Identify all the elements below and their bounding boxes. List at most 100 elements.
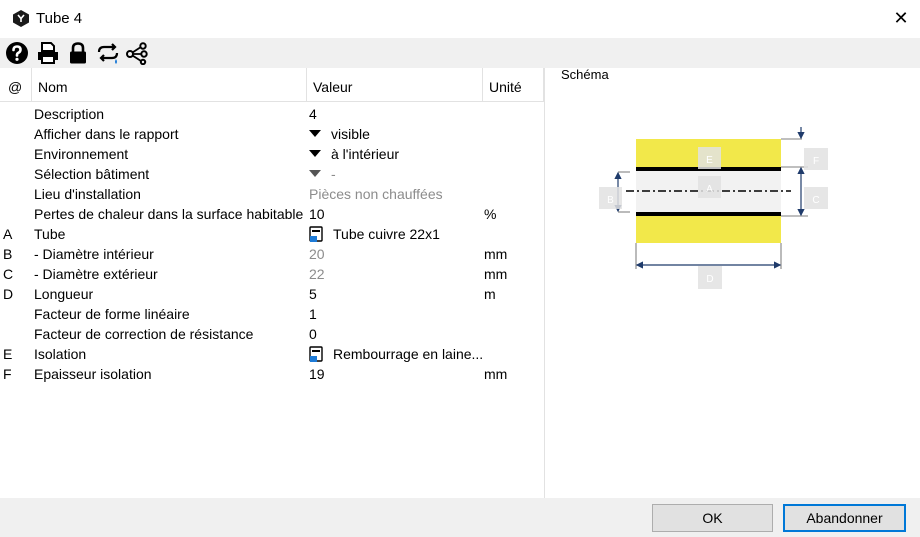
row-name: Lieu d'installation: [34, 186, 141, 202]
header-value[interactable]: Valeur: [307, 68, 483, 102]
row-name: Afficher dans le rapport: [34, 126, 179, 142]
row-value[interactable]: 4: [309, 104, 483, 124]
row-letter: [3, 204, 31, 224]
row-name: Description: [34, 106, 105, 122]
row-letter: [3, 124, 31, 144]
row-name: Epaisseur isolation: [34, 366, 152, 382]
row-letter: [3, 184, 31, 204]
row-name: Facteur de correction de résistance: [34, 326, 254, 342]
row-unit: [484, 104, 544, 124]
row-show-in-report[interactable]: Afficher dans le rapport visible: [0, 124, 545, 144]
schema-label: Schéma: [561, 67, 609, 82]
row-insulation-thickness[interactable]: F Epaisseur isolation 19 mm: [0, 364, 545, 384]
catalog-icon[interactable]: [309, 346, 323, 362]
row-unit: [484, 324, 544, 344]
row-unit: mm: [484, 366, 508, 382]
row-insulation[interactable]: E Isolation Rembourrage en laine...: [0, 344, 545, 364]
row-letter: [3, 104, 31, 124]
row-letter: E: [3, 346, 13, 362]
row-unit: mm: [484, 246, 508, 262]
cancel-button[interactable]: Abandonner: [783, 504, 906, 532]
ok-button[interactable]: OK: [652, 504, 773, 532]
row-unit: [484, 184, 544, 204]
row-inner-diameter[interactable]: B - Diamètre intérieur 20 mm: [0, 244, 545, 264]
swap-icon[interactable]: [96, 41, 120, 65]
row-linear-form-factor[interactable]: Facteur de forme linéaire 1: [0, 304, 545, 324]
close-button[interactable]: ✕: [889, 6, 913, 30]
dropdown-value: -: [331, 166, 336, 182]
row-value: Pièces non chauffées: [309, 186, 443, 202]
property-grid: @ Nom Valeur Unité Description 4 Affiche…: [0, 68, 545, 498]
row-outer-diameter[interactable]: C - Diamètre extérieur 22 mm: [0, 264, 545, 284]
print-icon[interactable]: [36, 41, 60, 65]
row-value[interactable]: 5: [309, 284, 483, 304]
dropdown-arrow-icon[interactable]: [309, 150, 321, 157]
app-cube-icon: [13, 10, 29, 27]
row-resistance-correction[interactable]: Facteur de correction de résistance 0: [0, 324, 545, 344]
row-building-selection[interactable]: Sélection bâtiment -: [0, 164, 545, 184]
row-unit: [484, 304, 544, 324]
row-letter: [3, 324, 31, 344]
row-unit: [484, 224, 544, 244]
row-environment[interactable]: Environnement à l'intérieur: [0, 144, 545, 164]
dropdown-arrow-icon[interactable]: [309, 130, 321, 137]
row-value-dropdown[interactable]: -: [309, 164, 483, 184]
header-at[interactable]: @: [0, 68, 32, 102]
row-letter: B: [3, 246, 13, 262]
row-value[interactable]: 10: [309, 204, 483, 224]
row-letter: [3, 164, 31, 184]
row-unit: %: [484, 206, 497, 222]
marker-f: F: [813, 156, 819, 167]
row-heat-loss[interactable]: Pertes de chaleur dans la surface habita…: [0, 204, 545, 224]
schema-panel: E A F C B D: [560, 91, 920, 498]
row-installation-place[interactable]: Lieu d'installation Pièces non chauffées: [0, 184, 545, 204]
row-unit: [484, 144, 544, 164]
row-value-catalog[interactable]: Tube cuivre 22x1: [304, 224, 478, 244]
catalog-value: Rembourrage en laine...: [333, 346, 483, 362]
row-name: Isolation: [34, 346, 87, 362]
row-unit: [484, 124, 544, 144]
row-name: Longueur: [34, 286, 94, 302]
row-length[interactable]: D Longueur 5 m: [0, 284, 545, 304]
marker-a: A: [706, 184, 713, 195]
row-value: 20: [309, 246, 325, 262]
row-letter: C: [3, 266, 14, 282]
row-value-dropdown[interactable]: visible: [309, 124, 483, 144]
dialog-footer: OK Abandonner: [0, 498, 920, 537]
row-name: Facteur de forme linéaire: [34, 306, 190, 322]
network-icon[interactable]: [125, 41, 149, 65]
row-name: - Diamètre extérieur: [34, 266, 158, 282]
row-unit: [484, 164, 544, 184]
catalog-value: Tube cuivre 22x1: [333, 226, 440, 242]
row-value: 22: [309, 266, 325, 282]
marker-c: C: [812, 195, 819, 206]
row-value[interactable]: 1: [309, 304, 483, 324]
row-name: Tube: [34, 226, 66, 242]
row-name: Sélection bâtiment: [34, 166, 150, 182]
row-tube[interactable]: A Tube Tube cuivre 22x1: [0, 224, 545, 244]
row-letter: [3, 304, 31, 324]
window-title: Tube 4: [36, 10, 83, 27]
header-name[interactable]: Nom: [32, 68, 307, 102]
dropdown-value: visible: [331, 126, 370, 142]
marker-e: E: [706, 155, 713, 166]
row-value-catalog[interactable]: Rembourrage en laine...: [304, 344, 483, 364]
row-letter: A: [3, 226, 13, 242]
row-value-dropdown[interactable]: à l'intérieur: [309, 144, 483, 164]
catalog-icon[interactable]: [309, 226, 323, 242]
help-icon[interactable]: [5, 41, 29, 65]
row-description[interactable]: Description 4: [0, 104, 545, 124]
row-name: Environnement: [34, 146, 129, 162]
row-value[interactable]: 19: [309, 364, 483, 384]
row-name: - Diamètre intérieur: [34, 246, 154, 262]
row-unit: [484, 344, 544, 364]
row-unit: m: [484, 286, 496, 302]
row-unit: mm: [484, 266, 508, 282]
pipe-schema-diagram: E A F C B D: [599, 127, 828, 289]
row-letter: F: [3, 366, 12, 382]
dropdown-arrow-icon[interactable]: [309, 170, 321, 177]
row-value[interactable]: 0: [309, 324, 483, 344]
header-unit[interactable]: Unité: [483, 68, 544, 102]
lock-icon[interactable]: [66, 41, 90, 65]
row-name: Pertes de chaleur dans la surface habita…: [34, 206, 304, 222]
